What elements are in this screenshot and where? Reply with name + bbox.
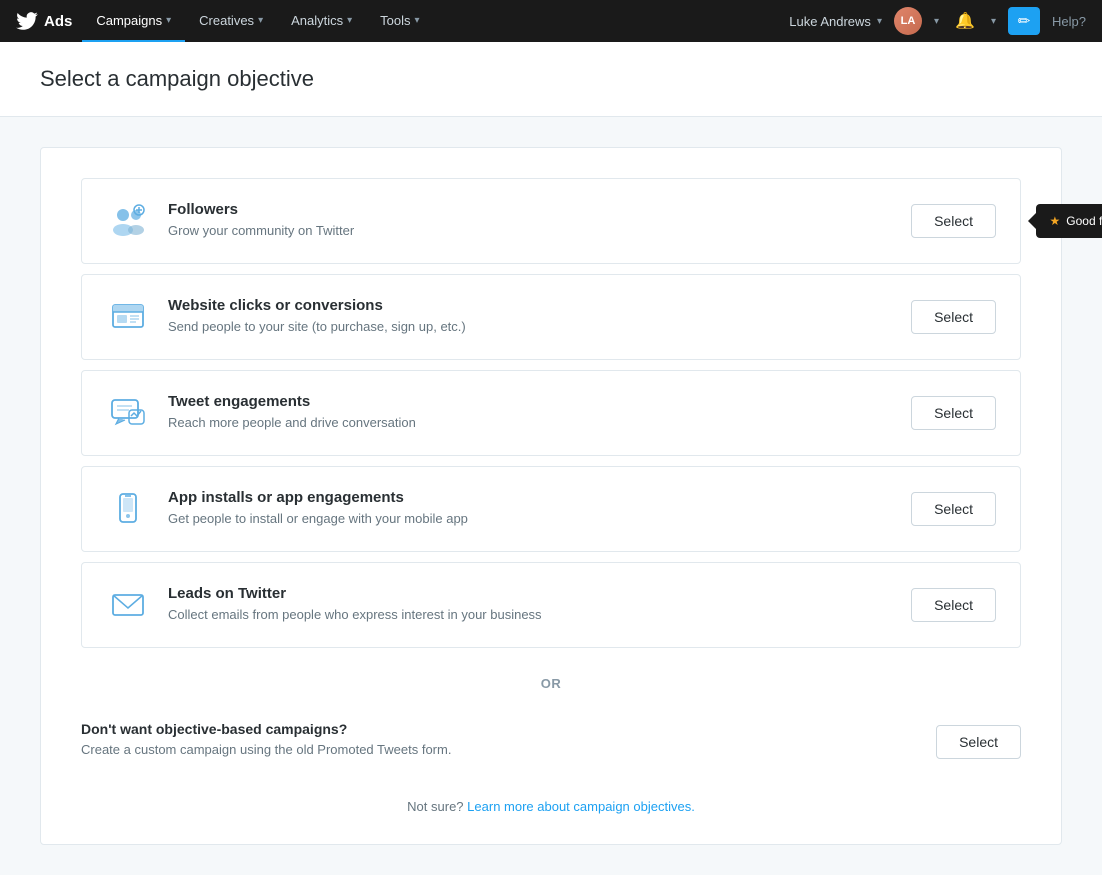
leads-name: Leads on Twitter — [168, 585, 911, 602]
leads-desc: Collect emails from people who express i… — [168, 606, 911, 624]
good-for-new-users-badge: ★ Good for new users — [1036, 204, 1102, 238]
learn-more-link[interactable]: Learn more about campaign objectives. — [467, 799, 695, 814]
select-leads-button[interactable]: Select — [911, 588, 996, 622]
app-text: App installs or app engagements Get peop… — [168, 489, 911, 528]
website-icon — [106, 295, 150, 339]
nav-creatives[interactable]: Creatives ▾ — [185, 0, 277, 42]
nav-campaigns[interactable]: Campaigns ▾ — [82, 0, 185, 42]
campaigns-chevron-icon: ▾ — [166, 15, 171, 26]
website-text: Website clicks or conversions Send peopl… — [168, 297, 911, 336]
badge-text: Good for new users — [1066, 214, 1102, 228]
nav-tools[interactable]: Tools ▾ — [366, 0, 433, 42]
creatives-chevron-icon: ▾ — [258, 15, 263, 26]
nav-analytics[interactable]: Analytics ▾ — [277, 0, 366, 42]
notifications-icon[interactable]: 🔔 — [951, 7, 979, 35]
followers-icon — [106, 199, 150, 243]
followers-text: Followers Grow your community on Twitter — [168, 201, 911, 240]
followers-desc: Grow your community on Twitter — [168, 222, 911, 240]
select-website-button[interactable]: Select — [911, 300, 996, 334]
objective-app: App installs or app engagements Get peop… — [81, 466, 1021, 552]
objective-list: Followers Grow your community on Twitter… — [81, 178, 1021, 658]
avatar[interactable]: LA — [894, 7, 922, 35]
tools-chevron-icon: ▾ — [415, 15, 420, 26]
tweet-name: Tweet engagements — [168, 393, 911, 410]
no-objective-name: Don't want objective-based campaigns? — [81, 721, 936, 737]
user-menu[interactable]: Luke Andrews ▾ — [789, 14, 882, 29]
app-name: App installs or app engagements — [168, 489, 911, 506]
tweet-desc: Reach more people and drive conversation — [168, 414, 911, 432]
nav-right: Luke Andrews ▾ LA ▾ 🔔 ▾ ✏ Help? — [789, 7, 1086, 35]
select-followers-button[interactable]: Select — [911, 204, 996, 238]
website-desc: Send people to your site (to purchase, s… — [168, 318, 911, 336]
objective-followers: Followers Grow your community on Twitter… — [81, 178, 1021, 264]
notif-chevron-icon: ▾ — [991, 16, 996, 27]
page-title: Select a campaign objective — [40, 66, 1062, 92]
tweet-text: Tweet engagements Reach more people and … — [168, 393, 911, 432]
select-app-button[interactable]: Select — [911, 492, 996, 526]
twitter-logo-icon — [16, 12, 38, 30]
no-objective-text: Don't want objective-based campaigns? Cr… — [81, 721, 936, 759]
navbar: Ads Campaigns ▾ Creatives ▾ Analytics ▾ … — [0, 0, 1102, 42]
bottom-link-area: Not sure? Learn more about campaign obje… — [81, 799, 1021, 814]
app-icon — [106, 487, 150, 531]
page-header: Select a campaign objective — [0, 42, 1102, 117]
no-objective-desc: Create a custom campaign using the old P… — [81, 741, 936, 759]
analytics-chevron-icon: ▾ — [347, 15, 352, 26]
tweet-icon — [106, 391, 150, 435]
followers-name: Followers — [168, 201, 911, 218]
compose-icon[interactable]: ✏ — [1008, 7, 1040, 35]
app-desc: Get people to install or engage with you… — [168, 510, 911, 528]
objective-tweet: Tweet engagements Reach more people and … — [81, 370, 1021, 456]
star-icon: ★ — [1050, 214, 1061, 228]
leads-text: Leads on Twitter Collect emails from peo… — [168, 585, 911, 624]
objective-leads: Leads on Twitter Collect emails from peo… — [81, 562, 1021, 648]
user-chevron-icon: ▾ — [877, 16, 882, 27]
brand[interactable]: Ads — [16, 12, 72, 30]
brand-name: Ads — [44, 13, 72, 30]
help-link[interactable]: Help? — [1052, 14, 1086, 29]
nav-items: Campaigns ▾ Creatives ▾ Analytics ▾ Tool… — [82, 0, 789, 42]
avatar-chevron-icon: ▾ — [934, 16, 939, 27]
select-tweet-button[interactable]: Select — [911, 396, 996, 430]
leads-icon — [106, 583, 150, 627]
select-no-objective-button[interactable]: Select — [936, 725, 1021, 759]
objective-website: Website clicks or conversions Send peopl… — [81, 274, 1021, 360]
content-card: Followers Grow your community on Twitter… — [40, 147, 1062, 845]
website-name: Website clicks or conversions — [168, 297, 911, 314]
or-divider: OR — [81, 676, 1021, 691]
page-content: Followers Grow your community on Twitter… — [0, 117, 1102, 875]
no-objective-item: Don't want objective-based campaigns? Cr… — [81, 705, 1021, 775]
